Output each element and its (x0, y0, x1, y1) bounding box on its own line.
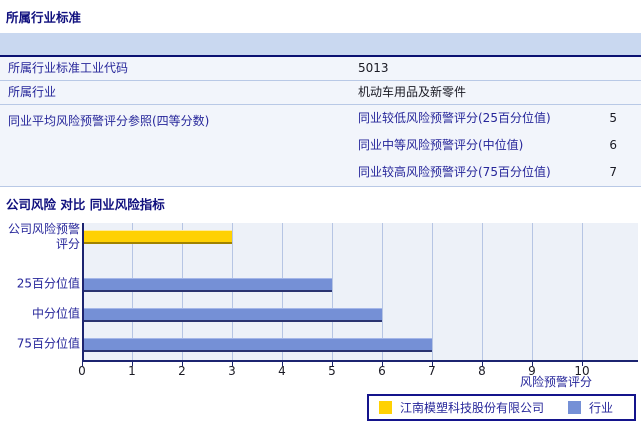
x-tick-label-4: 4 (278, 364, 286, 378)
gridline-x-9 (532, 223, 533, 360)
page: 所属行业标准 所属行业标准工业代码 5013 所属行业 机动车用品及新零件 同业… (0, 0, 641, 427)
x-tick-label-2: 2 (178, 364, 186, 378)
plot-area (82, 223, 638, 362)
category-label-median: 中分位值 (31, 306, 80, 321)
gridline-x-8 (482, 223, 483, 360)
category-label-company-score: 公司风险预警评分 (7, 222, 80, 251)
chart-legend: 江南模塑科技股份有限公司 行业 (367, 394, 636, 421)
legend-label-company: 江南模塑科技股份有限公司 (400, 401, 545, 415)
risk-comparison-bar-chart: 公司风险预警评分 25百分位值 中分位值 75百分位值 0 1 2 3 4 5 6 7 8 9 10… (0, 0, 641, 427)
x-tick-label-7: 7 (428, 364, 436, 378)
gridline-x-7 (432, 223, 433, 360)
bar-industry-2 (84, 308, 382, 322)
gridline-x-10 (582, 223, 583, 360)
x-tick-label-6: 6 (378, 364, 386, 378)
bar-industry-3 (84, 338, 432, 352)
x-tick-label-5: 5 (328, 364, 336, 378)
x-axis-title: 风险预警评分 (519, 375, 592, 389)
category-label-25th-percentile: 25百分位值 (16, 276, 80, 291)
x-tick-label-1: 1 (128, 364, 136, 378)
bar-company-0 (84, 230, 232, 244)
legend-swatch-industry (568, 401, 582, 414)
x-tick-label-3: 3 (228, 364, 236, 378)
bar-industry-1 (84, 278, 332, 292)
legend-label-industry: 行业 (589, 401, 614, 415)
category-label-75th-percentile: 75百分位值 (16, 336, 80, 351)
x-tick-label-0: 0 (78, 364, 86, 378)
legend-swatch-company (379, 401, 392, 414)
